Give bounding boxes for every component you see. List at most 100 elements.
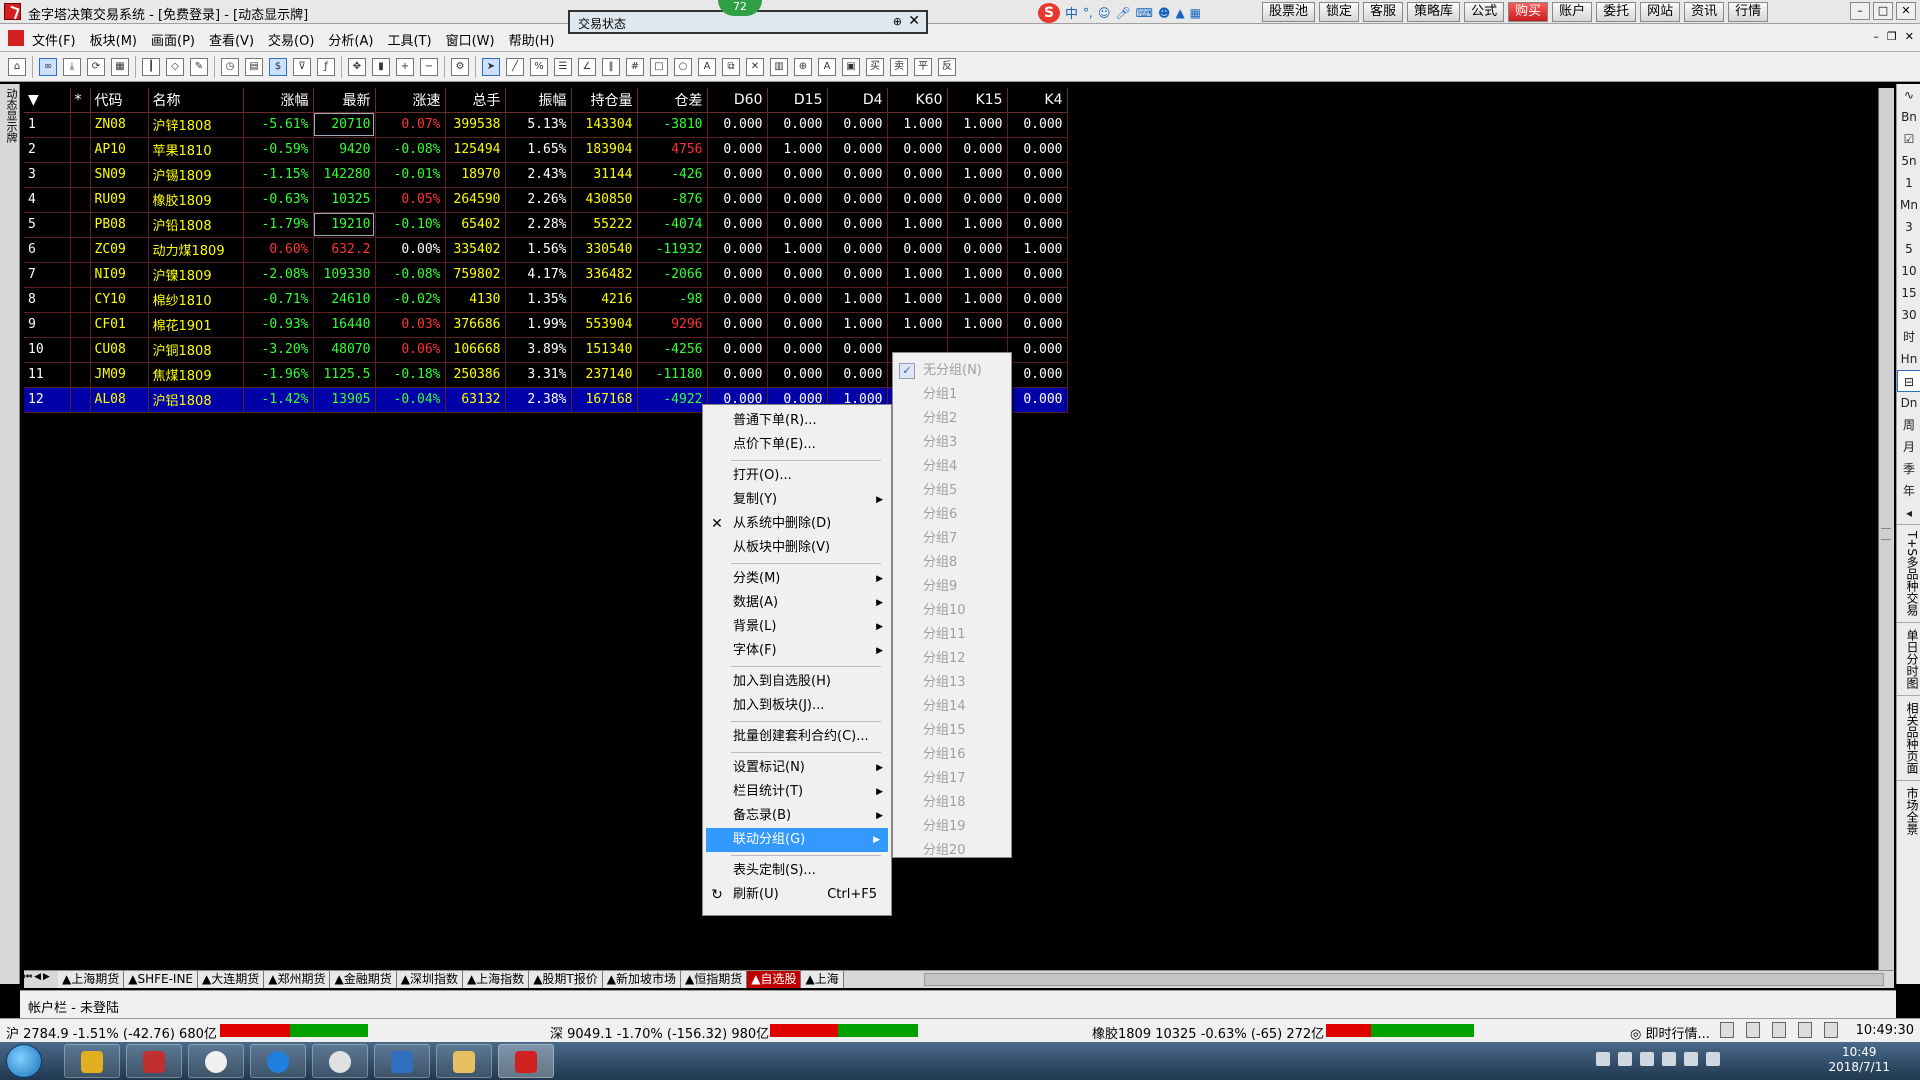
right-strip-item[interactable]: Dn: [1897, 392, 1920, 414]
submenu-item[interactable]: 分组14: [893, 695, 1011, 719]
save-icon[interactable]: ▣: [842, 57, 860, 76]
connection-icon[interactable]: [1746, 1022, 1760, 1038]
diamond-icon[interactable]: ◇: [166, 57, 184, 76]
font-color-icon[interactable]: A: [818, 57, 836, 76]
message-icon[interactable]: [1798, 1022, 1812, 1038]
settings-icon[interactable]: ⚙: [451, 57, 469, 76]
column-header[interactable]: D60: [707, 88, 768, 113]
sogou-ime-icon[interactable]: S: [1038, 2, 1060, 23]
sheet-tab[interactable]: ▲股期T报价: [529, 971, 603, 988]
column-header[interactable]: 涨速: [375, 88, 446, 113]
sz-index[interactable]: 深 9049.1 -1.70% (-156.32) 980亿: [550, 1023, 769, 1042]
sheet-tab[interactable]: ▲上海指数: [462, 971, 530, 988]
right-strip-item[interactable]: 时: [1897, 326, 1920, 348]
sheet-tab[interactable]: ▲上海: [801, 971, 844, 988]
table-row[interactable]: 7 NI09 沪镍1809 -2.08% 109330 -0.08% 759802 4.17%…: [24, 262, 1068, 288]
column-header[interactable]: 名称: [148, 88, 244, 113]
table-row[interactable]: 6 ZC09 动力煤1809 0.60% 632.2 0.00% 335402 1.56% 33…: [24, 237, 1068, 263]
taskbar-app-egg[interactable]: [188, 1044, 244, 1078]
clock-icon[interactable]: ◷: [221, 57, 239, 76]
sheet-tab[interactable]: ▲SHFE-INE: [124, 971, 199, 988]
column-header[interactable]: 最新: [313, 88, 376, 113]
submenu-item[interactable]: 分组4: [893, 455, 1011, 479]
menu-item[interactable]: 工具(T): [387, 30, 431, 49]
column-header[interactable]: *: [70, 88, 91, 113]
submenu-item[interactable]: 分组6: [893, 503, 1011, 527]
column-header[interactable]: 代码: [90, 88, 149, 113]
notes-icon[interactable]: ▤: [245, 57, 263, 76]
top-button[interactable]: 锁定: [1319, 2, 1360, 22]
right-panel-tab[interactable]: 单日分时图: [1897, 622, 1920, 695]
context-menu-item[interactable]: 备忘录(B) ▶: [703, 804, 891, 828]
table-row[interactable]: 1 ZN08 沪锌1808 -5.61% 20710 0.07% 399538 5.13% 14…: [24, 112, 1068, 138]
text-tool-icon[interactable]: A: [698, 57, 716, 76]
submenu-item[interactable]: 分组10: [893, 599, 1011, 623]
realtime-quotes-link[interactable]: ◎ 即时行情...: [1630, 1023, 1710, 1042]
lock-icon[interactable]: ⊕: [794, 57, 812, 76]
pin-icon[interactable]: ⊕: [893, 15, 902, 28]
submenu-item[interactable]: 分组11: [893, 623, 1011, 647]
minimize-button[interactable]: –: [1850, 2, 1870, 20]
column-header[interactable]: K60: [887, 88, 948, 113]
right-strip-item[interactable]: 3: [1897, 216, 1920, 238]
taskbar-clock[interactable]: 10:49 2018/7/11: [1828, 1045, 1890, 1075]
network-icon[interactable]: [1662, 1052, 1676, 1066]
sheet-tab[interactable]: ▲新加坡市场: [602, 971, 681, 988]
punctuation-icon[interactable]: °,: [1083, 6, 1093, 20]
table-row[interactable]: 8 CY10 棉纱1810 -0.71% 24610 -0.02% 4130 1.35% 421…: [24, 287, 1068, 313]
doc-icon[interactable]: [1824, 1022, 1838, 1038]
menu-item[interactable]: 交易(O): [268, 30, 314, 49]
column-header[interactable]: K4: [1007, 88, 1068, 113]
close-position-icon[interactable]: 平: [914, 57, 932, 76]
download-icon[interactable]: ⤓: [63, 57, 81, 76]
submenu-item[interactable]: 分组17: [893, 767, 1011, 791]
column-header[interactable]: 总手: [445, 88, 506, 113]
sheet-tab[interactable]: ▲大连期货: [198, 971, 265, 988]
column-header[interactable]: 持仓量: [571, 88, 638, 113]
account-status[interactable]: 帐户栏 - 未登陆: [28, 997, 119, 1016]
sell-icon[interactable]: 卖: [890, 57, 908, 76]
top-button[interactable]: 策略库: [1407, 2, 1461, 22]
top-button[interactable]: 行情: [1728, 2, 1769, 22]
submenu-item[interactable]: 分组5: [893, 479, 1011, 503]
menu-item[interactable]: 窗口(W): [446, 30, 495, 49]
left-strip-label[interactable]: 动态显示牌: [3, 88, 18, 143]
top-button[interactable]: 账户: [1552, 2, 1593, 22]
context-menu-item[interactable]: 背景(L) ▶: [703, 615, 891, 639]
filter-icon[interactable]: ⊽: [293, 57, 311, 76]
taskbar-app-book[interactable]: [374, 1044, 430, 1078]
top-button[interactable]: 股票池: [1262, 2, 1316, 22]
delete-icon[interactable]: ✕: [746, 57, 764, 76]
mdi-minimize-icon[interactable]: –: [1873, 30, 1879, 43]
tab-next-icon[interactable]: ▶: [43, 972, 50, 982]
menu-item[interactable]: 分析(A): [328, 30, 373, 49]
scrollbar-grip[interactable]: [1881, 528, 1891, 540]
right-strip-item[interactable]: 年: [1897, 480, 1920, 502]
submenu-item[interactable]: ✓ 无分组(N): [893, 359, 1011, 383]
sheet-tab[interactable]: ▲金融期货: [330, 971, 397, 988]
context-menu-item[interactable]: 栏目统计(T) ▶: [703, 780, 891, 804]
right-strip-item[interactable]: Hn: [1897, 348, 1920, 370]
submenu-item[interactable]: 分组8: [893, 551, 1011, 575]
taskbar-app-sogou[interactable]: [250, 1044, 306, 1078]
flag-icon[interactable]: [1640, 1052, 1654, 1066]
taskbar-app-cards[interactable]: [126, 1044, 182, 1078]
taskbar-app-trading[interactable]: [498, 1044, 554, 1078]
context-menu-item[interactable]: 字体(F) ▶: [703, 639, 891, 663]
right-strip-item[interactable]: 1: [1897, 172, 1920, 194]
microphone-icon[interactable]: 🎤︎: [1115, 6, 1130, 20]
user-icon[interactable]: ☻: [1158, 6, 1171, 20]
context-menu-item[interactable]: 加入到自选股(H): [703, 670, 891, 694]
sync-icon[interactable]: ⟳: [87, 57, 105, 76]
context-menu-item[interactable]: 普通下单(R)...: [703, 409, 891, 433]
context-menu-item[interactable]: 打开(O)...: [703, 464, 891, 488]
menu-item[interactable]: 查看(V): [209, 30, 254, 49]
table-row[interactable]: 2 AP10 苹果1810 -0.59% 9420 -0.08% 125494 1.65% 18…: [24, 137, 1068, 163]
bar-icon[interactable]: ▮: [372, 57, 390, 76]
submenu-item[interactable]: 分组7: [893, 527, 1011, 551]
sh-index[interactable]: 沪 2784.9 -1.51% (-42.76) 680亿: [6, 1023, 217, 1042]
right-panel-tab[interactable]: T+S多品种交易: [1897, 524, 1920, 622]
ime-toolbar[interactable]: S 中 °, ☺ 🎤︎ ⌨ ☻ ▲ ▦: [1038, 2, 1248, 23]
tray-icon[interactable]: [1596, 1052, 1610, 1066]
submenu-item[interactable]: 分组2: [893, 407, 1011, 431]
